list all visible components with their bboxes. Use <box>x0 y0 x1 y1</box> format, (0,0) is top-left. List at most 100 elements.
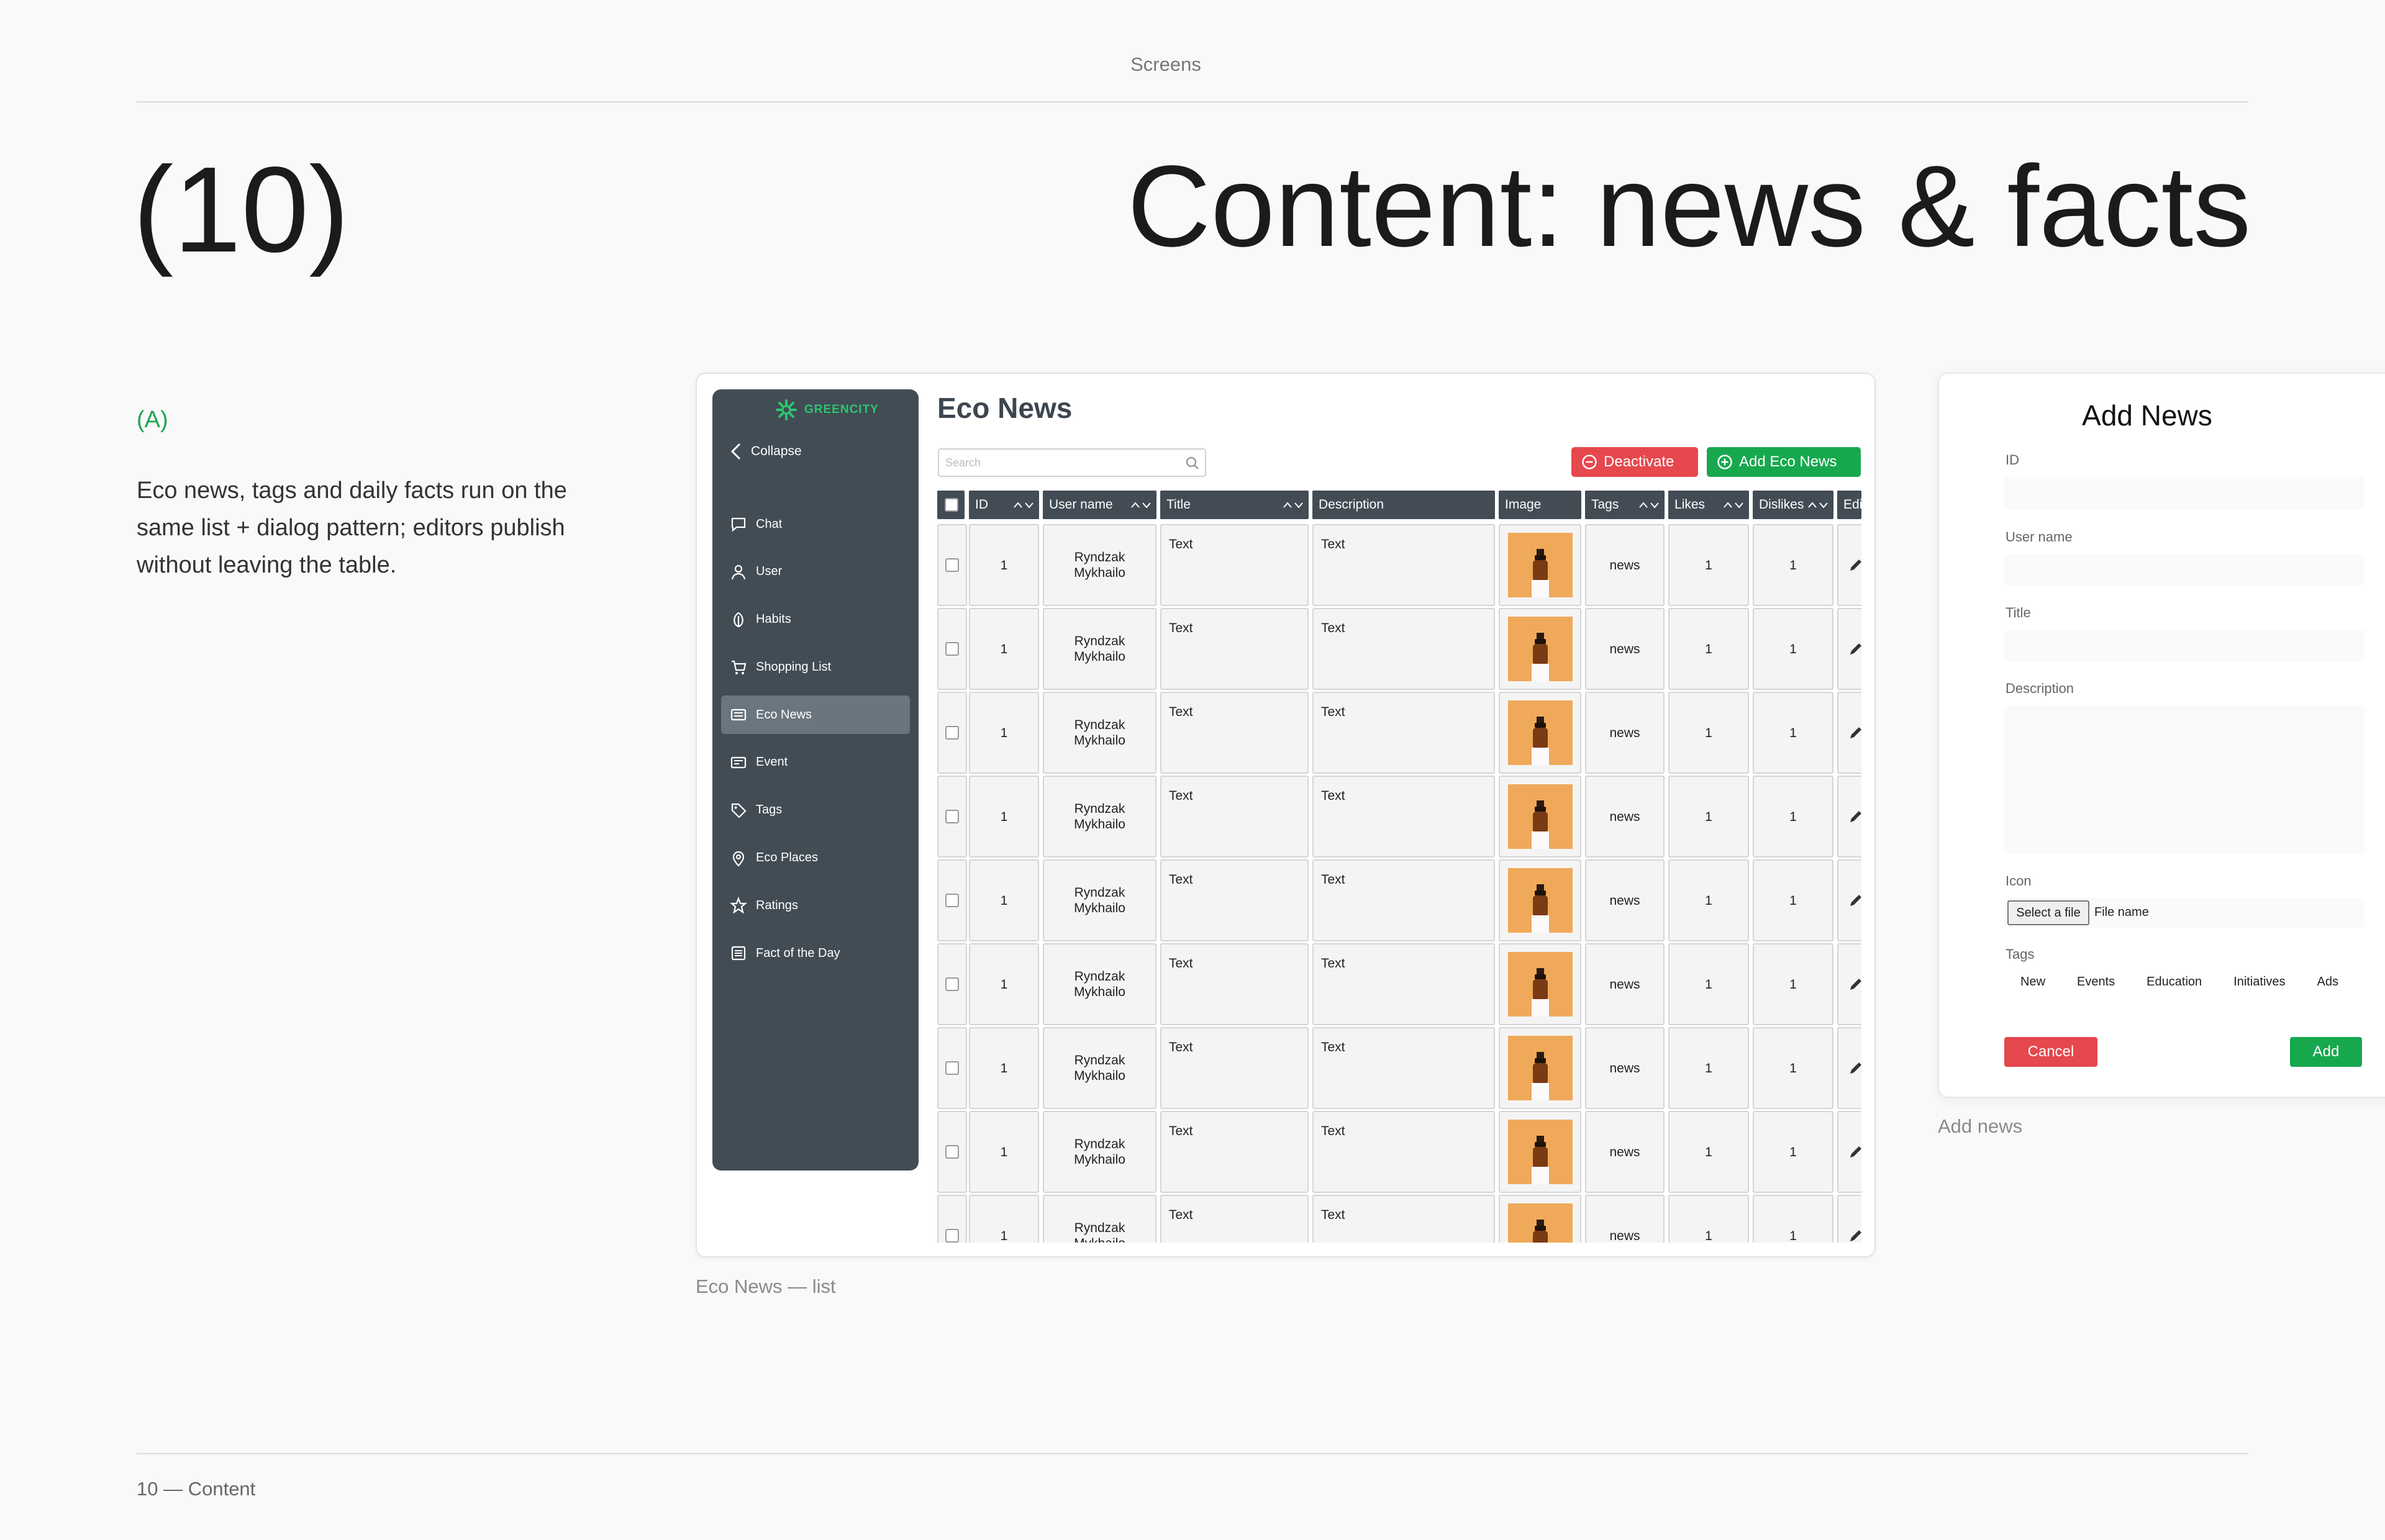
tags-value: news <box>1609 809 1640 824</box>
cancel-button[interactable]: Cancel <box>2004 1037 2097 1067</box>
sidebar-item-habits[interactable]: Habits <box>721 600 910 639</box>
table-row[interactable]: 1 Ryndzak Mykhailo Text Text news 1 1 <box>937 1111 1861 1193</box>
pencil-icon[interactable] <box>1848 976 1861 992</box>
cell-edit[interactable] <box>1837 776 1861 858</box>
screens-label: Screens <box>1130 53 1201 75</box>
table-row[interactable]: 1 Ryndzak Mykhailo Text Text news 1 1 <box>937 608 1861 690</box>
column-header-dislikes[interactable]: Dislikes <box>1753 491 1833 519</box>
description-value: Text <box>1321 1124 1345 1138</box>
row-checkbox[interactable] <box>945 642 959 656</box>
table-row[interactable]: 1 Ryndzak Mykhailo Text Text news 1 1 <box>937 524 1861 606</box>
sort-icon[interactable] <box>1638 500 1660 509</box>
pencil-icon[interactable] <box>1848 1144 1861 1160</box>
row-checkbox[interactable] <box>945 1145 959 1159</box>
pencil-icon[interactable] <box>1848 1060 1861 1076</box>
tag-option-events[interactable]: Events <box>2062 970 2130 994</box>
table-row[interactable]: 1 Ryndzak Mykhailo Text Text news 1 1 <box>937 1195 1861 1243</box>
sidebar-item-user[interactable]: User <box>721 553 910 591</box>
search-input[interactable]: Search <box>938 448 1206 477</box>
table-row[interactable]: 1 Ryndzak Mykhailo Text Text news 1 1 <box>937 1027 1861 1109</box>
sidebar-item-eco-news[interactable]: Eco News <box>721 695 910 735</box>
column-header-user[interactable]: User name <box>1043 491 1156 519</box>
dislikes-value: 1 <box>1789 1144 1797 1159</box>
cell-edit[interactable] <box>1837 943 1861 1025</box>
cell-user: Ryndzak Mykhailo <box>1043 692 1156 774</box>
tags-value: news <box>1609 1144 1640 1159</box>
deactivate-button[interactable]: Deactivate <box>1571 447 1698 477</box>
description-field[interactable] <box>2004 705 2365 854</box>
cell-image <box>1499 776 1581 858</box>
title-field[interactable] <box>2004 630 2365 662</box>
title-value: Text <box>1169 705 1193 719</box>
table-row[interactable]: 1 Ryndzak Mykhailo Text Text news 1 1 <box>937 943 1861 1025</box>
title-label: Title <box>2006 605 2031 620</box>
column-header-id[interactable]: ID <box>969 491 1039 519</box>
tag-option-education[interactable]: Education <box>2132 970 2217 994</box>
tag-option-ads[interactable]: Ads <box>2302 970 2353 994</box>
select-file-button[interactable]: Select a file <box>2007 900 2089 925</box>
tag-option-initiatives[interactable]: Initiatives <box>2219 970 2300 994</box>
cell-description: Text <box>1312 608 1495 690</box>
column-header-edit[interactable]: Edit <box>1837 491 1861 519</box>
row-checkbox[interactable] <box>945 1229 959 1243</box>
column-header-likes[interactable]: Likes <box>1668 491 1749 519</box>
cell-user: Ryndzak Mykhailo <box>1043 859 1156 941</box>
cell-edit[interactable] <box>1837 1195 1861 1243</box>
column-header-description[interactable]: Description <box>1312 491 1495 519</box>
add-eco-news-button[interactable]: Add Eco News <box>1707 447 1861 477</box>
sort-icon[interactable] <box>1807 500 1828 509</box>
row-checkbox[interactable] <box>945 1061 959 1075</box>
row-checkbox[interactable] <box>945 810 959 823</box>
sort-icon[interactable] <box>1130 500 1152 509</box>
product-photo <box>1507 952 1573 1017</box>
pencil-icon[interactable] <box>1848 557 1861 573</box>
likes-value: 1 <box>1705 893 1712 908</box>
sidebar-item-shopping-list[interactable]: Shopping List <box>721 648 910 686</box>
column-header-image[interactable]: Image <box>1499 491 1581 519</box>
cell-dislikes: 1 <box>1753 1195 1833 1243</box>
pencil-icon[interactable] <box>1848 725 1861 741</box>
cell-edit[interactable] <box>1837 1111 1861 1193</box>
sort-icon[interactable] <box>1013 500 1034 509</box>
tag-option-new[interactable]: New <box>2006 970 2060 994</box>
logo[interactable]: GREENCITY <box>775 398 879 422</box>
collapse-button[interactable]: Collapse <box>730 442 802 461</box>
sort-icon[interactable] <box>1723 500 1744 509</box>
sort-icon[interactable] <box>1283 500 1304 509</box>
id-value: 1 <box>1000 809 1008 824</box>
pencil-icon[interactable] <box>1848 641 1861 657</box>
id-field[interactable] <box>2004 477 2365 509</box>
row-checkbox[interactable] <box>945 894 959 907</box>
cell-edit[interactable] <box>1837 524 1861 606</box>
column-header-tags[interactable]: Tags <box>1585 491 1665 519</box>
sidebar-item-tags[interactable]: Tags <box>721 791 910 830</box>
sidebar-item-eco-places[interactable]: Eco Places <box>721 839 910 877</box>
sidebar-item-fact-of-the-day[interactable]: Fact of the Day <box>721 934 910 972</box>
cell-edit[interactable] <box>1837 608 1861 690</box>
pencil-icon[interactable] <box>1848 892 1861 908</box>
row-checkbox[interactable] <box>945 558 959 572</box>
table-row[interactable]: 1 Ryndzak Mykhailo Text Text news 1 1 <box>937 859 1861 941</box>
sidebar-item-chat[interactable]: Chat <box>721 505 910 543</box>
description-value: Text <box>1321 1040 1345 1054</box>
user-icon <box>731 564 746 580</box>
cell-edit[interactable] <box>1837 1027 1861 1109</box>
table-row[interactable]: 1 Ryndzak Mykhailo Text Text news 1 1 <box>937 692 1861 774</box>
cell-dislikes: 1 <box>1753 524 1833 606</box>
cell-tags: news <box>1585 1195 1665 1243</box>
user-name-field[interactable] <box>2004 554 2365 586</box>
cell-edit[interactable] <box>1837 692 1861 774</box>
add-button[interactable]: Add <box>2290 1037 2362 1067</box>
sidebar-item-ratings[interactable]: Ratings <box>721 886 910 925</box>
select-all-checkbox[interactable] <box>945 498 958 512</box>
cell-image <box>1499 859 1581 941</box>
table-row[interactable]: 1 Ryndzak Mykhailo Text Text news 1 1 <box>937 776 1861 858</box>
column-header-title[interactable]: Title <box>1160 491 1309 519</box>
pencil-icon[interactable] <box>1848 808 1861 825</box>
user-value: Ryndzak Mykhailo <box>1074 969 1125 999</box>
sidebar-item-event[interactable]: Event <box>721 743 910 782</box>
row-checkbox[interactable] <box>945 726 959 740</box>
cell-edit[interactable] <box>1837 859 1861 941</box>
pencil-icon[interactable] <box>1848 1228 1861 1243</box>
row-checkbox[interactable] <box>945 977 959 991</box>
